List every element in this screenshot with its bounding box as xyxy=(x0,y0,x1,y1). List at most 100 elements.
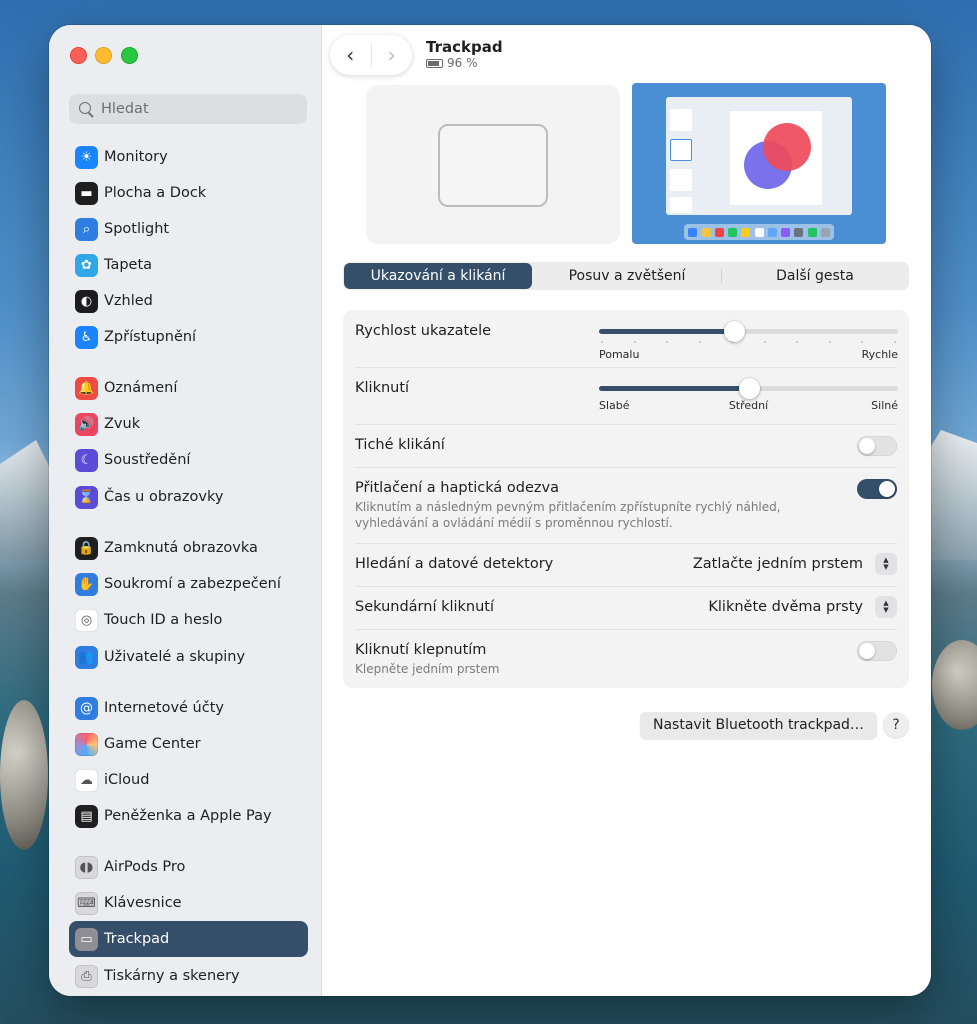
sidebar-item-label: Soukromí a zabezpečení xyxy=(104,576,281,592)
slider-knob[interactable] xyxy=(738,378,760,399)
sidebar-item-monitory[interactable]: ☀ Monitory xyxy=(69,139,308,175)
updown-chevron-icon: ▲ ▼ xyxy=(875,596,897,618)
sidebar-item-label: Vzhled xyxy=(104,293,153,309)
tap-to-click-toggle[interactable] xyxy=(857,641,897,661)
slider-tick xyxy=(698,341,701,343)
slider-right-label: Silné xyxy=(871,399,898,412)
sidebar-item-touch-id-a-heslo[interactable]: ◎ Touch ID a heslo xyxy=(69,602,308,638)
sidebar-item-oznámení[interactable]: 🔔 Oznámení xyxy=(69,370,308,406)
sun-icon: ☀ xyxy=(75,145,98,169)
slider-knob[interactable] xyxy=(723,321,745,342)
click-force-row: Kliknutí Slabé Střední Silné xyxy=(355,367,898,425)
sidebar-item-label: Trackpad xyxy=(104,931,170,947)
trackpad-illustration xyxy=(438,124,548,207)
sidebar-item-soukromí-a-zabezpečení[interactable]: ✋ Soukromí a zabezpečení xyxy=(69,566,308,602)
sidebar-item-soustředění[interactable]: ☾ Soustředění xyxy=(69,442,308,478)
sidebar-item-tapeta[interactable]: ✿ Tapeta xyxy=(69,247,308,283)
slider-tick xyxy=(666,341,669,343)
close-button[interactable] xyxy=(70,47,87,64)
dock-icon: ▬ xyxy=(75,181,98,205)
click-force-slider[interactable]: Slabé Střední Silné xyxy=(599,378,898,412)
tab-more-gestures[interactable]: Další gesta xyxy=(721,262,909,290)
sidebar: Hledat ☀ Monitory ▬ Plocha a Dock ⌕ Spotlight… xyxy=(49,25,322,996)
fingerprint-icon: ◎ xyxy=(75,608,98,632)
sidebar-item-vzhled[interactable]: ◐ Vzhled xyxy=(69,283,308,319)
moon-icon: ☾ xyxy=(75,448,98,472)
sidebar-item-label: iCloud xyxy=(104,772,150,788)
bell-icon: 🔔 xyxy=(75,376,98,400)
users-icon: 👥 xyxy=(75,645,98,669)
sidebar-item-label: Klávesnice xyxy=(104,895,182,911)
hand-icon: ✋ xyxy=(75,572,98,596)
wallet-icon: ▤ xyxy=(75,804,98,828)
sidebar-item-zvuk[interactable]: 🔊 Zvuk xyxy=(69,406,308,442)
preview-dock xyxy=(684,224,834,240)
sidebar-item-trackpad[interactable]: ▭ Trackpad xyxy=(69,921,308,957)
settings-window: Hledat ☀ Monitory ▬ Plocha a Dock ⌕ Spotlight… xyxy=(49,25,931,996)
sidebar-item-tiskárny-a-skenery[interactable]: ⎙ Tiskárny a skenery xyxy=(69,958,308,994)
appearance-icon: ◐ xyxy=(75,289,98,313)
sidebar-item-label: Tapeta xyxy=(104,257,153,273)
sidebar-item-label: Monitory xyxy=(104,149,168,165)
sidebar-item-label: Touch ID a heslo xyxy=(104,612,223,628)
search-icon xyxy=(79,102,91,114)
hourglass-icon: ⌛ xyxy=(75,485,98,509)
pointer-speed-slider[interactable]: Pomalu Rychle xyxy=(599,321,898,361)
pointer-speed-label: Rychlost ukazatele xyxy=(355,323,492,339)
navigation-buttons: ‹ › xyxy=(330,35,412,75)
minimize-button[interactable] xyxy=(95,47,112,64)
cursor-icon xyxy=(670,139,692,161)
sidebar-item-uživatelé-a-skupiny[interactable]: 👥 Uživatelé a skupiny xyxy=(69,639,308,675)
help-button[interactable]: ? xyxy=(883,712,909,738)
background-rock xyxy=(0,700,48,850)
tab-pointing-clicking[interactable]: Ukazování a klikání xyxy=(344,263,532,289)
tab-scroll-zoom[interactable]: Posuv a zvětšení xyxy=(533,262,721,290)
sidebar-item-klávesnice[interactable]: ⌨ Klávesnice xyxy=(69,885,308,921)
sidebar-item-plocha-a-dock[interactable]: ▬ Plocha a Dock xyxy=(69,175,308,211)
secondary-click-label: Sekundární kliknutí xyxy=(355,599,495,615)
page-title: Trackpad xyxy=(426,38,503,56)
sidebar-item-game-center[interactable]: ● Game Center xyxy=(69,726,308,762)
sidebar-item-label: Čas u obrazovky xyxy=(104,489,224,505)
slider-left-label: Slabé xyxy=(599,399,630,412)
lookup-popup[interactable]: Zatlačte jedním prstem ▲ ▼ xyxy=(693,553,897,575)
sidebar-item-internetové-účty[interactable]: @ Internetové účty xyxy=(69,690,308,726)
tab-bar: Ukazování a klikání Posuv a zvětšení Dal… xyxy=(343,262,909,290)
back-button[interactable]: ‹ xyxy=(330,35,371,75)
search-input[interactable]: Hledat xyxy=(69,94,307,124)
sidebar-item-zpřístupnění[interactable]: ♿ Zpřístupnění xyxy=(69,319,308,355)
cloud-icon: ☁ xyxy=(75,768,98,792)
lock-icon: 🔒 xyxy=(75,536,98,560)
force-click-toggle[interactable] xyxy=(857,479,897,499)
secondary-click-row: Sekundární kliknutí Klikněte dvěma prsty… xyxy=(355,586,897,630)
force-click-row: Přitlačení a haptická odezva Kliknutím a… xyxy=(355,467,897,544)
secondary-click-popup[interactable]: Klikněte dvěma prsty ▲ ▼ xyxy=(708,596,897,618)
sidebar-item-zamknutá-obrazovka[interactable]: 🔒 Zamknutá obrazovka xyxy=(69,530,308,566)
magnifier-icon: ⌕ xyxy=(75,217,98,241)
sidebar-item-icloud[interactable]: ☁ iCloud xyxy=(69,762,308,798)
sidebar-item-airpods-pro[interactable]: ◖◗ AirPods Pro xyxy=(69,849,308,885)
flower-icon: ✿ xyxy=(75,253,98,277)
slider-tick xyxy=(861,341,864,343)
slider-tick xyxy=(731,341,734,343)
sidebar-item-label: Internetové účty xyxy=(104,700,224,716)
tap-to-click-description: Klepněte jedním prstem xyxy=(355,662,500,676)
forward-button[interactable]: › xyxy=(370,43,413,67)
pointer-speed-row: Rychlost ukazatele Pomalu Rychle xyxy=(355,310,898,368)
zoom-button[interactable] xyxy=(121,47,138,64)
silent-click-toggle[interactable] xyxy=(857,436,897,456)
sidebar-item-label: AirPods Pro xyxy=(104,859,186,875)
setup-bluetooth-trackpad-button[interactable]: Nastavit Bluetooth trackpad… xyxy=(640,712,877,739)
sidebar-item-čas-u-obrazovky[interactable]: ⌛ Čas u obrazovky xyxy=(69,479,308,515)
sidebar-item-spotlight[interactable]: ⌕ Spotlight xyxy=(69,211,308,247)
tap-to-click-label: Kliknutí klepnutím xyxy=(355,642,487,658)
sidebar-item-label: Zpřístupnění xyxy=(104,329,197,345)
sidebar-item-peněženka-a-apple-pay[interactable]: ▤ Peněženka a Apple Pay xyxy=(69,798,308,834)
updown-chevron-icon: ▲ ▼ xyxy=(875,553,897,575)
sidebar-item-label: Tiskárny a skenery xyxy=(104,968,240,984)
slider-tick xyxy=(763,341,766,343)
trackpad-gesture-preview xyxy=(366,85,620,244)
silent-click-row: Tiché klikání xyxy=(355,424,897,468)
preview-circles xyxy=(744,123,811,189)
sidebar-item-label: Peněženka a Apple Pay xyxy=(104,808,272,824)
